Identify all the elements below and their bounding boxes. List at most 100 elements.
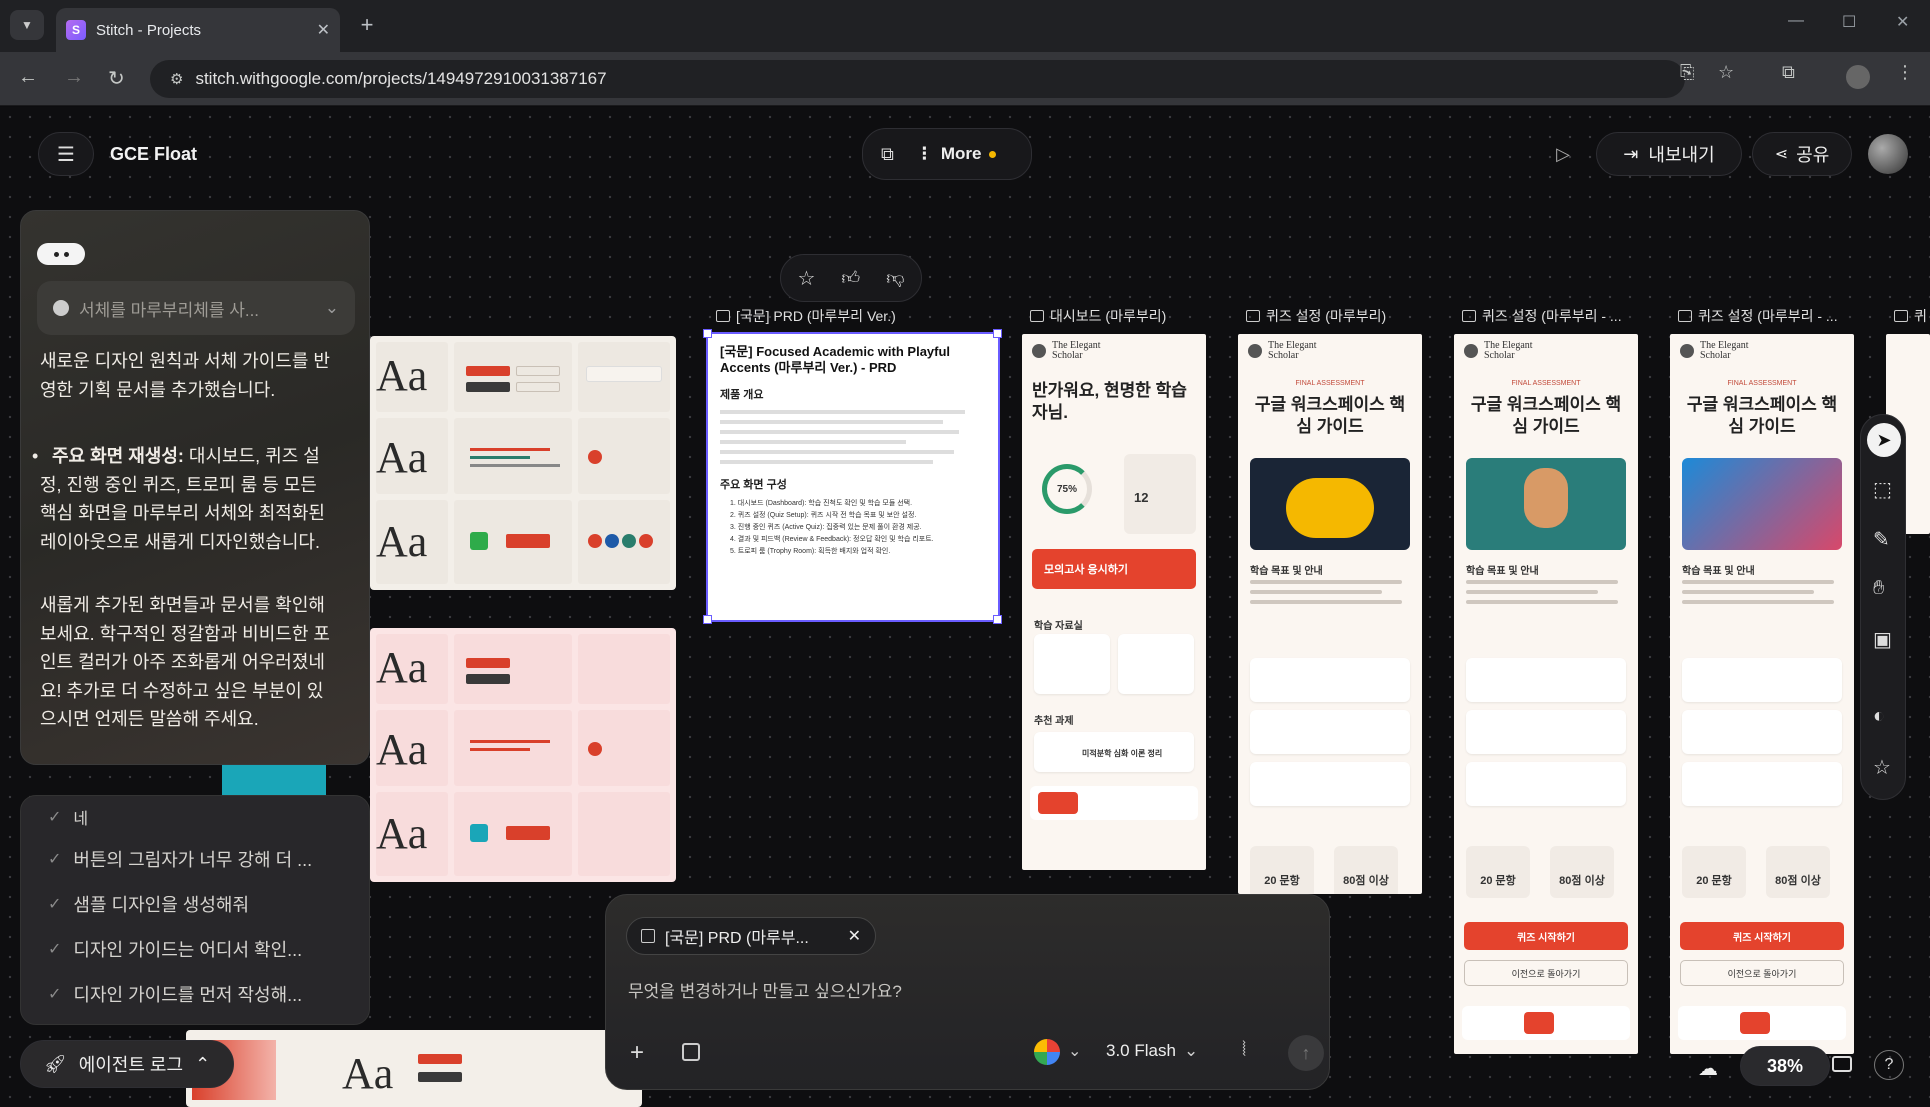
install-app-icon[interactable]: ⎘ [1680,62,1694,83]
material-card[interactable] [1034,634,1110,694]
check-icon: ✓ [48,896,62,913]
artboard-label-quiz-3[interactable]: 퀴즈 설정 (마루부리 - ... [1678,306,1838,326]
bookmark-star-icon[interactable]: ☆ [1718,62,1734,83]
artboard-label-prd[interactable]: [국문] PRD (마루부리 Ver.) [716,306,896,326]
user-avatar[interactable] [1868,134,1908,174]
more-button[interactable]: ⋮ More [916,144,997,164]
artboard-label-text: 퀴즈 설정 (마루부리 - ... [1482,308,1622,324]
mock-exam-button[interactable]: 모의고사 응시하기 [1032,549,1196,589]
agent-log-button[interactable]: 🚀︎ 에이전트 로그 ⌃ [20,1040,234,1088]
start-quiz-button[interactable]: 퀴즈 시작하기 [1680,922,1844,950]
screen-icon [1678,310,1692,322]
artboard-label-partial[interactable]: 퀴 [1894,306,1927,326]
resize-handle[interactable] [993,329,1002,338]
history-item[interactable]: ✓ 샘플 디자인을 생성해줘 [48,891,249,917]
zoom-level-button[interactable]: 38% [1740,1046,1830,1086]
star-tool-icon[interactable]: ☆ [1873,755,1891,780]
hand-tool-icon[interactable]: ✋︎ [1873,577,1884,600]
model-label: 3.0 Flash [1106,1041,1176,1060]
nav-study-tab[interactable] [1740,1012,1770,1034]
recommended-card[interactable]: 미적분학 심화 이론 정리 [1034,732,1194,772]
sync-status-icon[interactable]: ☁ [1698,1056,1718,1081]
star-icon[interactable]: ☆ [797,266,815,291]
rocket-icon: 🚀︎ [43,1053,67,1074]
chevron-down-icon[interactable]: ⌄ [1068,1041,1081,1061]
pass-score-value: 80점 이상 [1559,875,1605,887]
duplicate-icon[interactable]: ⧉ [881,144,894,165]
bullet-bold-text: 주요 화면 재생성: [52,446,184,466]
back-button[interactable]: 이전으로 돌아가기 [1464,960,1628,986]
voice-input-icon[interactable]: ⦚ [1242,1039,1246,1062]
screen-preview-icon[interactable] [1832,1056,1852,1072]
back-button[interactable]: 이전으로 돌아가기 [1680,960,1844,986]
quiz-setup-artboard-2[interactable]: The Elegant Scholar FINAL ASSESSMENT 구글 … [1454,334,1638,1054]
resize-handle[interactable] [993,615,1002,624]
theme-color-icon[interactable] [1034,1039,1060,1065]
resize-handle[interactable] [703,615,712,624]
artboard-label-dashboard[interactable]: 대시보드 (마루부리) [1030,306,1166,326]
select-tool-icon[interactable]: ➤ [1867,423,1901,457]
forward-icon[interactable]: → [64,66,84,89]
share-button[interactable]: ⋖ 공유 [1752,132,1852,176]
palette-tool-icon[interactable]: ◐ [1873,705,1885,728]
close-icon[interactable]: ✕ [848,926,861,946]
new-tab-button[interactable]: + [352,10,382,40]
marquee-tool-icon[interactable]: ⬚ [1873,477,1892,502]
pencil-tool-icon[interactable]: ✎ [1873,527,1890,552]
history-item-label: 디자인 가이드는 어디서 확인... [73,940,303,960]
artboard-label-quiz-1[interactable]: 퀴즈 설정 (마루부리) [1246,306,1386,326]
nav-dashboard-tab[interactable] [1038,792,1078,814]
history-item[interactable]: ✓ 버튼의 그림자가 너무 강해 더 ... [48,846,312,872]
objective-card [1250,710,1410,754]
history-item[interactable]: ✓ 디자인 가이드는 어디서 확인... [48,936,302,962]
canvas-tool-rail: ➤ ⬚ ✎ ✋︎ ▣ ◐ ☆ [1860,414,1906,800]
prompt-input[interactable]: 무엇을 변경하거나 만들고 싶으신가요? [628,977,1308,1002]
start-quiz-button[interactable]: 퀴즈 시작하기 [1464,922,1628,950]
material-card[interactable] [1118,634,1194,694]
quiz-setup-artboard-3[interactable]: The Elegant Scholar FINAL ASSESSMENT 구글 … [1670,334,1854,1054]
dashboard-greeting: 반가워요, 현명한 학습자님. [1032,381,1187,422]
image-tool-icon[interactable]: ▣ [1873,627,1892,652]
tab-search-button[interactable]: ▼ [10,10,44,40]
minimize-icon[interactable]: — [1788,12,1804,30]
reload-icon[interactable]: ↻ [108,66,125,91]
preview-button[interactable]: ▷ [1540,134,1586,174]
browser-tab[interactable]: S Stitch - Projects ✕ [56,8,340,52]
add-icon[interactable]: + [630,1039,644,1067]
artboard-label-text: 퀴즈 설정 (마루부리 - ... [1698,308,1838,324]
thumbs-up-icon[interactable]: 👍︎ [841,267,860,289]
help-icon[interactable]: ? [1874,1050,1904,1080]
quiz-setup-artboard-1[interactable]: The Elegant Scholar FINAL ASSESSMENT 구글 … [1238,334,1422,894]
close-tab-icon[interactable]: ✕ [317,20,330,40]
design-system-card-pink[interactable]: Aa Aa Aa [370,628,676,882]
prd-document-artboard[interactable]: [국문] Focused Academic with Playful Accen… [706,332,1000,622]
close-window-icon[interactable]: ✕ [1896,12,1909,32]
export-button[interactable]: ⇥ 내보내기 [1596,132,1742,176]
extensions-icon[interactable]: ⧉ [1782,62,1795,83]
design-system-card-bottom[interactable]: Aa [186,1030,642,1107]
profile-avatar[interactable] [1846,65,1870,89]
maximize-icon[interactable]: ☐ [1842,12,1856,32]
address-bar[interactable]: ⚙ stitch.withgoogle.com/projects/1494972… [150,60,1685,98]
site-info-icon[interactable]: ⚙ [170,70,183,88]
attach-screen-icon[interactable] [682,1043,700,1061]
thumbs-down-icon[interactable]: 👎︎ [886,267,904,289]
design-system-card-light[interactable]: Aa Aa Aa [370,336,676,590]
history-item[interactable]: ✓ 네 [48,805,88,829]
prompt-composer: [국문] PRD (마루부... ✕ 무엇을 변경하거나 만들고 싶으신가요? … [605,894,1330,1090]
prd-list-item: 5. 트로피 룸 (Trophy Room): 획득한 배지와 업적 확인. [730,548,891,555]
resize-handle[interactable] [703,329,712,338]
dashboard-artboard[interactable]: The Elegant Scholar 반가워요, 현명한 학습자님. 75% … [1022,334,1206,870]
bottom-nav [1462,1006,1630,1040]
model-selector[interactable]: 3.0 Flash ⌄ [1106,1041,1198,1061]
back-icon[interactable]: ← [18,66,38,89]
tab-title: Stitch - Projects [96,21,202,39]
context-chip[interactable]: [국문] PRD (마루부... ✕ [626,917,876,955]
main-menu-button[interactable]: ☰ [38,132,94,176]
artboard-label-quiz-2[interactable]: 퀴즈 설정 (마루부리 - ... [1462,306,1622,326]
thread-selector[interactable]: 서체를 마루부리체를 사... ⌄ [37,281,355,335]
browser-menu-icon[interactable]: ⋮ [1896,62,1914,83]
nav-study-tab[interactable] [1524,1012,1554,1034]
send-button[interactable]: ↑ [1288,1035,1324,1071]
history-item[interactable]: ✓ 디자인 가이드를 먼저 작성해... [48,981,302,1007]
